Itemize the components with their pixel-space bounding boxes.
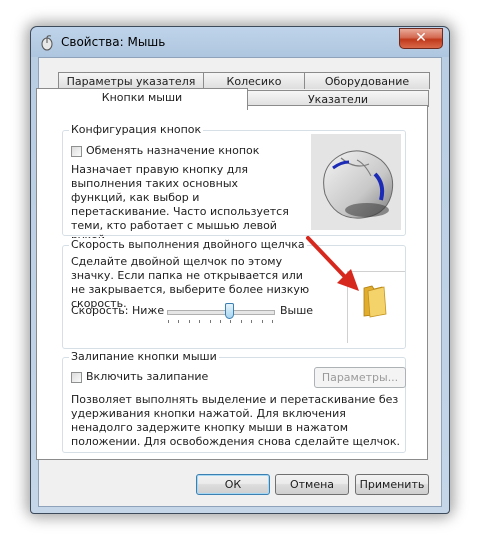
slider-tick xyxy=(189,320,190,323)
slider-tick xyxy=(168,320,169,323)
title-bar[interactable]: Свойства: Мышь ✕ xyxy=(31,27,449,57)
swap-buttons-label[interactable]: Обменять назначение кнопок xyxy=(86,144,259,158)
group-title: Залипание кнопки мыши xyxy=(69,350,219,363)
tab-label: Оборудование xyxy=(324,75,410,88)
window-title: Свойства: Мышь xyxy=(61,35,166,49)
tab-buttons[interactable]: Кнопки мыши xyxy=(36,88,248,110)
slider-tick xyxy=(241,320,242,323)
mouse-app-icon xyxy=(39,35,55,51)
click-lock-checkbox[interactable] xyxy=(71,372,82,383)
speed-high-label: Выше xyxy=(280,304,314,317)
tab-label: Кнопки мыши xyxy=(101,91,183,104)
test-folder-icon[interactable] xyxy=(362,282,394,318)
click-lock-label[interactable]: Включить залипание xyxy=(86,370,208,384)
tab-label: Параметры указателя xyxy=(66,75,196,88)
speed-slider[interactable] xyxy=(165,302,277,324)
tab-label: Колесико xyxy=(226,75,282,88)
annotation-arrow xyxy=(303,235,363,295)
speed-low-label: Ниже xyxy=(132,304,165,317)
slider-tick xyxy=(199,320,200,323)
tab-wheel[interactable]: Колесико xyxy=(203,72,305,89)
apply-button[interactable]: Применить xyxy=(355,474,429,495)
slider-tick xyxy=(262,320,263,323)
tab-hardware[interactable]: Оборудование xyxy=(304,72,430,89)
click-lock-description: Позволяет выполнять выделение и перетаск… xyxy=(71,393,401,448)
group-title: Скорость выполнения двойного щелчка xyxy=(69,238,307,251)
group-title: Конфигурация кнопок xyxy=(69,123,204,136)
slider-tick xyxy=(230,320,231,323)
slider-tick xyxy=(220,320,221,323)
tab-panel-buttons: Конфигурация кнопок Обменять назначение … xyxy=(36,105,428,460)
close-button[interactable]: ✕ xyxy=(399,28,443,49)
slider-tick xyxy=(210,320,211,323)
mouse-image xyxy=(311,134,401,230)
slider-tick xyxy=(178,320,179,323)
speed-label: Скорость: xyxy=(71,304,129,317)
slider-thumb[interactable] xyxy=(225,303,234,319)
tab-pointer-options[interactable]: Параметры указателя xyxy=(58,72,204,89)
slider-track xyxy=(167,310,275,315)
ok-button[interactable]: ОК xyxy=(196,474,270,495)
swap-buttons-checkbox[interactable] xyxy=(71,146,82,157)
close-icon: ✕ xyxy=(415,30,427,46)
slider-tick xyxy=(272,320,273,323)
cancel-button[interactable]: Отмена xyxy=(275,474,349,495)
slider-tick xyxy=(251,320,252,323)
slider-ticks xyxy=(165,320,277,324)
click-lock-settings-button[interactable]: Параметры... xyxy=(314,367,406,388)
button-config-description: Назначает правую кнопку для выполнения т… xyxy=(71,163,289,246)
